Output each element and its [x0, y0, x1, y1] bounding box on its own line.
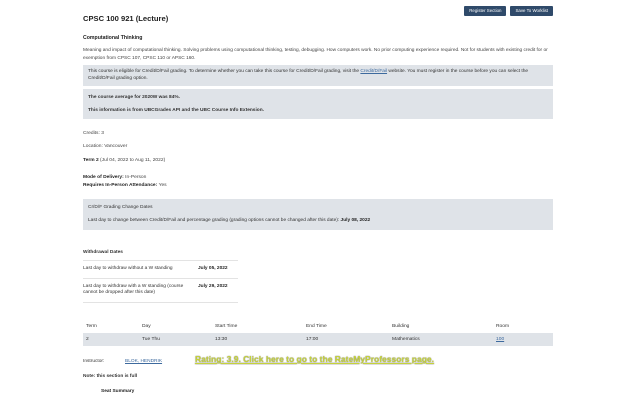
- cell-start-time: 13:30: [215, 337, 228, 343]
- grading-change-box: Cr/D/F Grading Change Dates Last day to …: [83, 198, 553, 230]
- term-dates: (Jul 04, 2022 to Aug 11, 2022): [98, 158, 166, 163]
- seat-summary-heading: Seat Summary: [101, 389, 135, 395]
- section-details: Credits: 3 Location: Vancouver Term 2 (J…: [83, 130, 553, 191]
- col-building: Building: [392, 324, 410, 330]
- attendance-requirement: Requires In-Person Attendance: Yes: [83, 183, 167, 189]
- col-term: Term: [86, 324, 97, 330]
- course-average-text: The course average for 2020W was 84%.: [88, 94, 180, 100]
- course-section-page: CPSC 100 921 (Lecture) Register Section …: [83, 0, 553, 394]
- term-label: Term 2: [83, 158, 99, 163]
- table-row: 2 Tue Thu 13:30 17:00 Mathematics 100: [83, 333, 553, 347]
- col-day: Day: [142, 324, 151, 330]
- credit-fail-link[interactable]: Credit/D/Fail: [360, 69, 387, 74]
- register-section-button[interactable]: Register Section: [464, 6, 507, 16]
- grading-change-date: July 08, 2022: [340, 217, 371, 223]
- instructor-name-link[interactable]: BLOK, HENDRIK: [125, 359, 195, 364]
- page-title: CPSC 100 921 (Lecture): [83, 14, 169, 23]
- cell-term: 2: [86, 337, 89, 343]
- col-end-time: End Time: [306, 324, 327, 330]
- cell-building: Mathematics: [392, 337, 420, 343]
- withdrawal-row: Last day to withdraw with a W standing (…: [83, 279, 238, 304]
- course-subtitle: Computational Thinking: [83, 35, 143, 41]
- section-header: CPSC 100 921 (Lecture) Register Section …: [83, 0, 553, 30]
- credits-text: Credits: 3: [83, 130, 104, 136]
- instructor-label: Instructor:: [83, 359, 105, 365]
- course-description: Meaning and impact of computational thin…: [83, 48, 548, 61]
- col-start-time: Start Time: [215, 324, 238, 330]
- delivery-info: Mode of Delivery: In-Person Requires In-…: [83, 174, 553, 191]
- grading-change-title: Cr/D/F Grading Change Dates: [88, 204, 153, 210]
- rate-my-professors-link[interactable]: Rating: 3.9. Click here to go to the Rat…: [195, 354, 434, 364]
- save-to-worklist-button[interactable]: Save To Worklist: [510, 6, 553, 16]
- schedule-header-row: Term Day Start Time End Time Building Ro…: [83, 320, 553, 333]
- term-text: Term 2 (Jul 04, 2022 to Aug 11, 2022): [83, 157, 553, 166]
- course-average-box: The course average for 2020W was 84%. Th…: [83, 88, 553, 119]
- location-text: Location: Vancouver: [83, 144, 128, 150]
- grading-change-text: Last day to change between Credit/D/Fail…: [88, 217, 371, 223]
- instructor-row: Instructor: BLOK, HENDRIK Rating: 3.9. C…: [83, 354, 553, 364]
- withdrawal-row: Last day to withdraw without a W standin…: [83, 261, 238, 279]
- credit-notice-text-1: This course is eligible for Credit/D/Fai…: [88, 69, 361, 74]
- withdrawal-title: Withdrawal Dates: [83, 250, 238, 261]
- schedule-table: Term Day Start Time End Time Building Ro…: [83, 320, 553, 347]
- action-buttons: Register Section Save To Worklist: [464, 6, 553, 16]
- room-link[interactable]: 100: [496, 337, 546, 342]
- cell-end-time: 17:00: [306, 337, 319, 343]
- data-source-text: This information is from UBCGrades API a…: [88, 108, 264, 114]
- delivery-mode: Mode of Delivery: In-Person: [83, 174, 147, 180]
- withdrawal-dates: Withdrawal Dates Last day to withdraw wi…: [83, 250, 238, 304]
- section-full-note: Note: this section is full: [83, 374, 138, 380]
- cell-day: Tue Thu: [142, 337, 160, 343]
- col-room: Room: [496, 324, 510, 330]
- credit-fail-notice: This course is eligible for Credit/D/Fai…: [83, 65, 553, 86]
